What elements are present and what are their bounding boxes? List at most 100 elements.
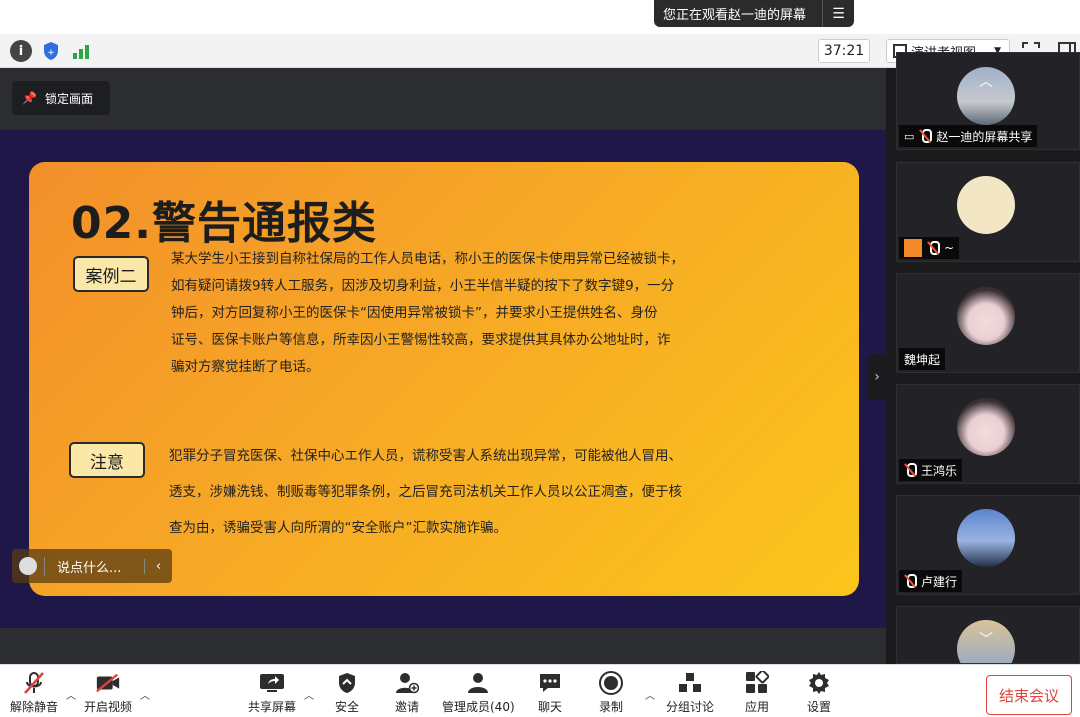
record-icon bbox=[598, 671, 624, 695]
chevron-left-icon[interactable]: ‹ bbox=[144, 558, 172, 574]
breakout-icon bbox=[677, 671, 703, 695]
breakout-label: 分组讨论 bbox=[666, 700, 715, 714]
share-screen-icon bbox=[259, 671, 285, 695]
watching-pill: 您正在观看赵一迪的屏幕 ☰ bbox=[654, 0, 854, 27]
participant-name: 王鸿乐 bbox=[921, 463, 958, 478]
participants-label: 管理成员(40) bbox=[442, 700, 515, 714]
participants-button[interactable]: 管理成员(40) bbox=[442, 671, 515, 715]
case-line: 某大学生小王接到自称社保局的工作人员电话，称小王的医保卡使用异常已经被锁卡， bbox=[171, 251, 684, 267]
chat-button[interactable]: 聊天 bbox=[537, 671, 563, 715]
participant-name-tag: ▭ 赵一迪的屏幕共享 bbox=[899, 125, 1038, 147]
apps-label: 应用 bbox=[744, 700, 769, 714]
shared-screen: 📌 锁定画面 02.警告通报类 案例二 某大学生小王接到自称社保局的工作人员电话… bbox=[0, 68, 886, 664]
chevron-up-icon[interactable]: ︿ bbox=[645, 687, 655, 702]
participant-tile[interactable]: ﹀ bbox=[896, 606, 1080, 664]
record-label: 录制 bbox=[598, 700, 623, 714]
participant-name: 赵一迪的屏幕共享 bbox=[936, 129, 1033, 144]
shield-icon bbox=[334, 671, 360, 695]
note-line: 透支，涉嫌洗钱、制贩毒等犯罪条例，之后冒充司法机关工作人员以公正凋查，便于核 bbox=[169, 484, 682, 500]
participant-name-tag: 卢建行 bbox=[899, 570, 963, 592]
slide-card: 02.警告通报类 案例二 某大学生小王接到自称社保局的工作人员电话，称小王的医保… bbox=[29, 162, 859, 596]
note-line: 犯罪分子冒充医保、社保中心エ作人员，谎称受害人系统出现异常，可能被他人冒用、 bbox=[169, 448, 682, 464]
screen-share-icon: ▭ bbox=[904, 129, 915, 143]
participant-tile[interactable]: 王鸿乐 bbox=[896, 384, 1080, 484]
case-tag: 案例二 bbox=[73, 256, 149, 292]
case-line: 证号、医保卡账户等信息，所幸因小王警惕性较高，要求提供其具体办公地址时，诈 bbox=[171, 332, 671, 348]
note-tag: 注意 bbox=[69, 442, 145, 478]
chevron-up-icon[interactable]: ︿ bbox=[304, 687, 314, 702]
case-paragraph: 某大学生小王接到自称社保局的工作人员电话，称小王的医保卡使用异常已经被锁卡， 如… bbox=[171, 246, 684, 381]
lock-view-label: 锁定画面 bbox=[44, 91, 93, 106]
chevron-up-icon[interactable]: ︿ bbox=[66, 687, 76, 702]
case-line: 骗对方察觉挂断了电话。 bbox=[171, 359, 320, 375]
share-screen-label: 共享屏幕 bbox=[248, 700, 297, 714]
avatar bbox=[957, 176, 1015, 234]
gear-icon bbox=[806, 671, 832, 695]
participant-tile[interactable]: 魏坤起 bbox=[896, 273, 1080, 373]
participant-gallery: ︿ ▭ 赵一迪的屏幕共享 ~ 魏坤起 王鸿乐 卢建行 ﹀ bbox=[886, 52, 1080, 664]
participant-name-tag: 王鸿乐 bbox=[899, 459, 963, 481]
slide-title: 02.警告通报类 bbox=[71, 198, 377, 249]
invite-button[interactable]: 邀请 bbox=[394, 671, 420, 715]
collapse-sidebar-button[interactable]: › bbox=[868, 354, 886, 400]
share-banner: 您正在观看赵一迪的屏幕 ☰ bbox=[0, 0, 1080, 34]
watching-text: 您正在观看赵一迪的屏幕 bbox=[663, 8, 807, 23]
mic-muted-icon bbox=[927, 241, 940, 255]
unmute-label: 解除静音 bbox=[10, 700, 59, 714]
participant-name-tag: ~ bbox=[899, 237, 960, 259]
case-line: 如有疑问请拨9转人工服务，因涉及切身利益，小王半信半疑的按下了数字键9，一分 bbox=[171, 278, 675, 294]
participant-name: 魏坤起 bbox=[904, 352, 941, 367]
shield-icon[interactable]: + bbox=[40, 40, 62, 62]
meeting-toolbar: 解除静音 ︿ 开启视频 ︿ 共享屏幕 ︿ 安全 邀请 管理成员(40) 聊天 录… bbox=[0, 664, 1080, 717]
info-icon[interactable]: i bbox=[10, 40, 32, 62]
chat-placeholder[interactable]: 说点什么... bbox=[44, 556, 144, 576]
pin-icon: 📌 bbox=[22, 91, 37, 105]
camera-off-icon bbox=[95, 671, 121, 695]
avatar bbox=[957, 398, 1015, 456]
chat-input-pill[interactable]: 说点什么... ‹ bbox=[12, 549, 172, 583]
apps-button[interactable]: 应用 bbox=[744, 671, 770, 715]
chat-icon bbox=[537, 671, 563, 695]
user-icon bbox=[904, 239, 922, 257]
chevron-down-icon[interactable]: ﹀ bbox=[979, 629, 993, 649]
chevron-up-icon[interactable]: ︿ bbox=[140, 687, 150, 702]
participant-name: 卢建行 bbox=[921, 574, 958, 589]
settings-button[interactable]: 设置 bbox=[806, 671, 832, 715]
note-line: 查为由，诱骗受害人向所渭的“安全账户”汇款实施诈骗。 bbox=[169, 520, 507, 536]
record-button[interactable]: 录制 bbox=[598, 671, 624, 715]
participant-name: ~ bbox=[944, 241, 955, 255]
participant-tile[interactable]: 卢建行 bbox=[896, 495, 1080, 595]
apps-icon bbox=[744, 671, 770, 695]
mic-muted-icon bbox=[904, 463, 917, 477]
case-line: 钟后，对方回复称小王的医保卡“因使用异常被锁卡”，并要求小王提供姓名、身份 bbox=[171, 305, 658, 321]
share-screen-button[interactable]: 共享屏幕 bbox=[248, 671, 296, 715]
end-meeting-button[interactable]: 结束会议 bbox=[986, 675, 1072, 715]
start-video-button[interactable]: 开启视频 bbox=[84, 671, 132, 715]
invite-label: 邀请 bbox=[394, 700, 419, 714]
participants-icon bbox=[465, 671, 491, 695]
mic-muted-icon bbox=[919, 129, 933, 143]
chat-label: 聊天 bbox=[537, 700, 562, 714]
mic-muted-icon bbox=[904, 574, 917, 588]
add-user-icon bbox=[394, 671, 420, 695]
list-menu-icon[interactable]: ☰ bbox=[822, 0, 854, 27]
emoji-icon[interactable] bbox=[12, 549, 44, 583]
chevron-up-icon[interactable]: ︿ bbox=[979, 71, 993, 91]
security-button[interactable]: 安全 bbox=[334, 671, 360, 715]
avatar bbox=[957, 509, 1015, 567]
settings-label: 设置 bbox=[806, 700, 831, 714]
lock-view-button[interactable]: 📌 锁定画面 bbox=[12, 81, 110, 115]
avatar bbox=[957, 287, 1015, 345]
security-label: 安全 bbox=[334, 700, 359, 714]
breakout-button[interactable]: 分组讨论 bbox=[666, 671, 714, 715]
participant-tile[interactable]: ~ bbox=[896, 162, 1080, 262]
participant-name-tag: 魏坤起 bbox=[899, 348, 946, 370]
note-paragraph: 犯罪分子冒充医保、社保中心エ作人员，谎称受害人系统出现异常，可能被他人冒用、 透… bbox=[169, 438, 682, 546]
start-video-label: 开启视频 bbox=[84, 700, 133, 714]
svg-text:+: + bbox=[47, 48, 55, 58]
mic-muted-icon bbox=[21, 671, 47, 695]
unmute-button[interactable]: 解除静音 bbox=[10, 671, 58, 715]
signal-icon[interactable] bbox=[70, 40, 92, 62]
meeting-timer: 37:21 bbox=[818, 39, 870, 63]
participant-tile[interactable]: ︿ ▭ 赵一迪的屏幕共享 bbox=[896, 52, 1080, 150]
